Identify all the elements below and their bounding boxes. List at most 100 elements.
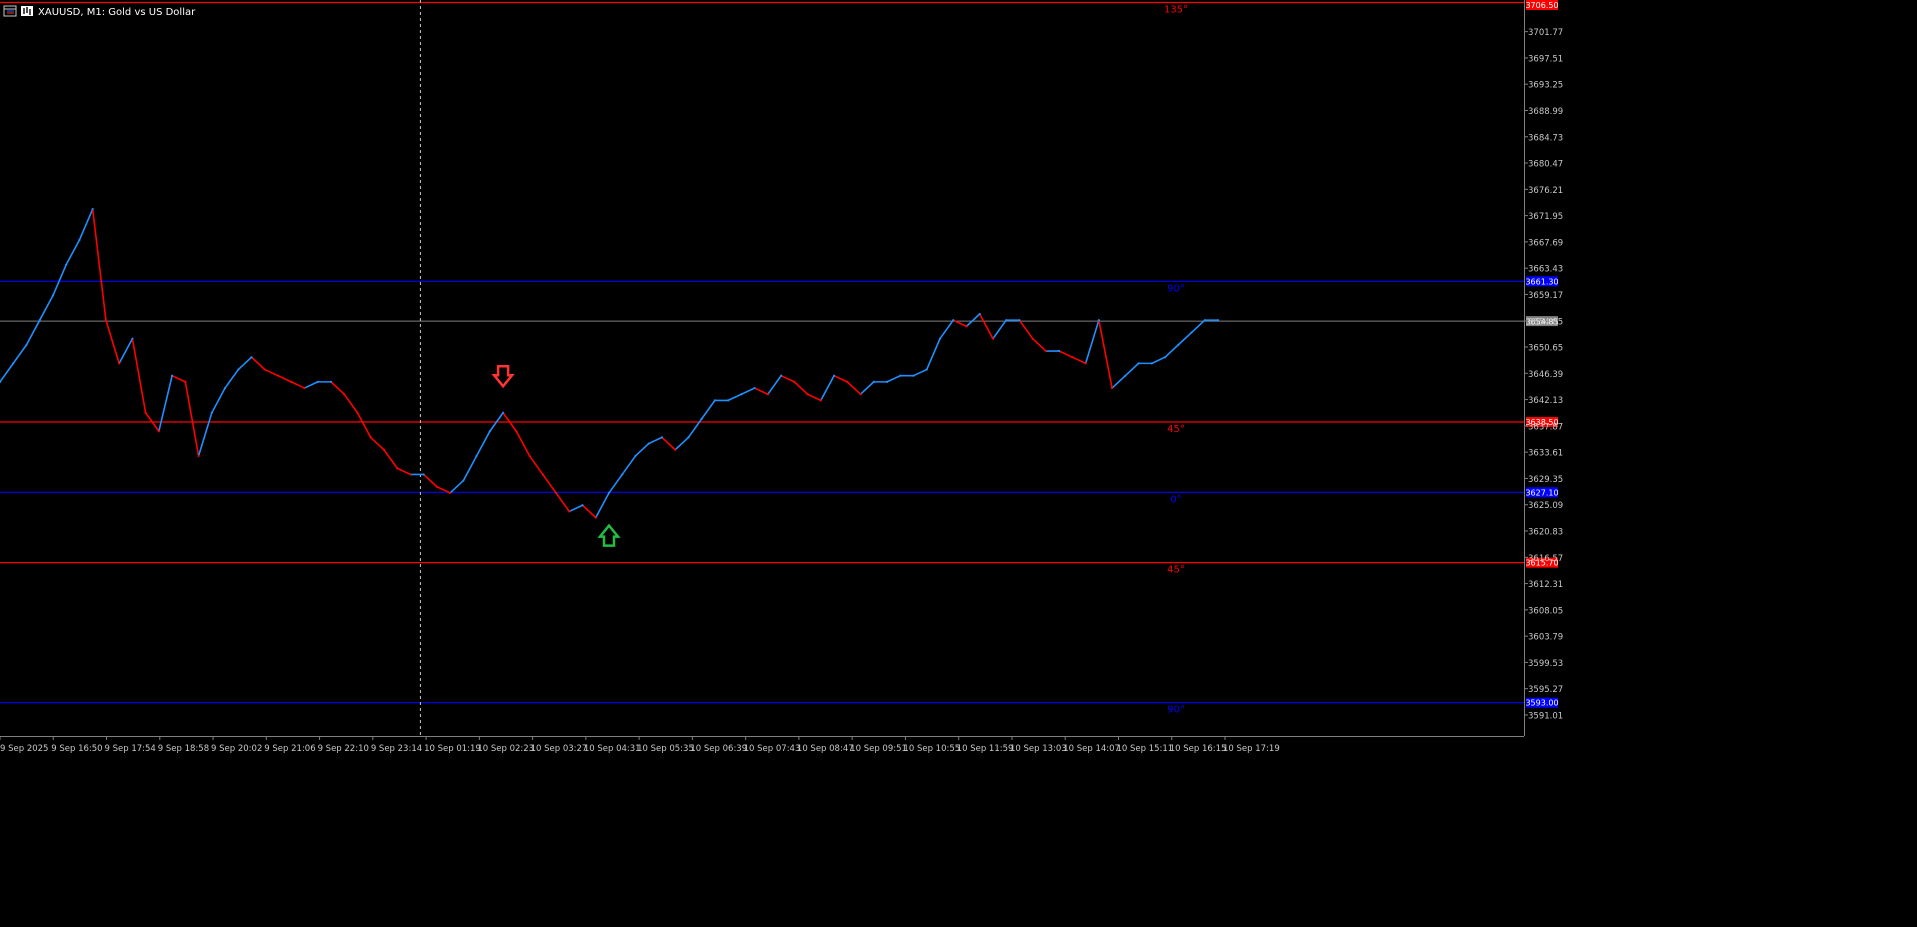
price-tick-label: 3693.25: [1528, 81, 1563, 91]
price-point: [343, 393, 346, 396]
level-angle-label: 90°: [1167, 283, 1185, 294]
price-point: [356, 411, 359, 414]
price-tick-label: 3684.73: [1528, 133, 1563, 143]
level-angle-label: 0°: [1170, 494, 1181, 505]
price-point: [1177, 343, 1180, 346]
price-point: [382, 448, 386, 451]
price-point: [1150, 362, 1153, 365]
price-tick-label: 3650.65: [1528, 344, 1563, 354]
price-point: [25, 343, 28, 346]
time-tick-label: 10 Sep 08:47: [797, 744, 854, 754]
price-chart[interactable]: 90°3661.3045°3638.500°3627.1045°3615.709…: [0, 0, 1917, 923]
price-point: [806, 393, 809, 396]
price-point: [660, 436, 664, 439]
price-point: [131, 337, 134, 340]
price-tick-label: 3633.61: [1528, 449, 1563, 459]
price-point: [528, 454, 531, 458]
price-point: [91, 208, 94, 211]
price-point: [1058, 349, 1061, 353]
price-point: [594, 516, 597, 519]
price-point: [541, 473, 544, 476]
price-point: [104, 319, 108, 322]
price-point: [449, 491, 452, 495]
price-point: [210, 411, 213, 414]
price-point: [912, 374, 915, 377]
price-point: [713, 399, 717, 402]
price-point: [819, 399, 822, 402]
price-tick-label: 3663.43: [1528, 265, 1563, 275]
price-point: [462, 479, 465, 482]
price-point: [581, 504, 584, 507]
chart-background: [0, 0, 1917, 923]
time-tick-label: 10 Sep 06:39: [690, 744, 747, 754]
price-tick-label: 3595.27: [1528, 685, 1563, 695]
price-point: [422, 473, 425, 476]
price-point: [488, 430, 491, 433]
price-point: [38, 319, 41, 322]
price-point: [263, 368, 266, 371]
price-point: [647, 442, 650, 445]
price-tick-label: 3688.99: [1528, 107, 1563, 117]
chart-area[interactable]: 90° 3661.30 45° 3638.50 0° 3627.10 45° 3615.70 9…: [0, 0, 1917, 923]
time-tick-label: 10 Sep 16:15: [1170, 744, 1227, 754]
price-point: [369, 436, 372, 439]
price-point: [65, 263, 68, 266]
price-point: [766, 393, 769, 396]
price-point: [1071, 356, 1074, 359]
price-point: [780, 374, 783, 377]
price-point: [925, 368, 928, 371]
time-tick-label: 9 Sep 23:14: [371, 744, 422, 754]
price-tick-label: 3616.57: [1528, 554, 1563, 564]
price-point: [1044, 349, 1047, 353]
time-tick-label: 9 Sep 18:58: [158, 744, 209, 754]
time-tick-label: 9 Sep 2025: [0, 744, 48, 754]
price-point: [12, 362, 15, 365]
price-point: [700, 417, 703, 420]
price-tick-label: 3701.77: [1528, 28, 1563, 38]
price-point: [501, 411, 505, 414]
price-point: [303, 386, 306, 390]
price-tick-label: 3637.87: [1528, 422, 1563, 432]
time-tick-label: 10 Sep 13:03: [1010, 744, 1067, 754]
price-point: [1110, 386, 1114, 390]
price-point: [846, 380, 849, 383]
price-point: [978, 312, 981, 316]
price-tick-label: 3599.53: [1528, 659, 1563, 669]
price-point: [554, 491, 558, 495]
price-point: [832, 374, 836, 377]
price-point: [409, 473, 412, 476]
level-angle-label: 90°: [1167, 705, 1185, 716]
level-angle-label: 45°: [1167, 424, 1185, 435]
price-point: [938, 337, 942, 340]
price-tick-label: 3591.01: [1528, 711, 1563, 721]
price-point: [991, 337, 995, 340]
price-point: [329, 380, 333, 383]
time-tick-label: 9 Sep 20:02: [211, 744, 262, 754]
price-tick-label: 3697.51: [1528, 54, 1563, 64]
time-tick-label: 10 Sep 11:59: [957, 744, 1014, 754]
price-point: [872, 380, 875, 383]
price-point: [1203, 319, 1206, 322]
time-tick-label: 10 Sep 05:35: [637, 744, 694, 754]
price-tick-label: 3676.21: [1528, 186, 1563, 196]
price-tick-label: 3671.95: [1528, 212, 1563, 222]
price-tick-label: 3659.17: [1528, 291, 1563, 301]
price-point: [1137, 362, 1140, 365]
time-tick-label: 10 Sep 14:07: [1063, 744, 1120, 754]
time-tick-label: 9 Sep 22:10: [318, 744, 369, 754]
bars-icon[interactable]: [21, 6, 33, 16]
time-tick-label: 9 Sep 17:54: [105, 744, 156, 754]
time-tick-label: 10 Sep 09:51: [850, 744, 907, 754]
price-point: [1190, 331, 1193, 334]
price-point: [157, 430, 160, 433]
price-tick-label: 3608.05: [1528, 606, 1563, 616]
price-point: [118, 362, 121, 365]
time-tick-label: 10 Sep 01:19: [424, 744, 481, 754]
price-point: [475, 454, 478, 458]
price-point: [1005, 319, 1008, 322]
level-price-tag-text: 3706.50: [1525, 1, 1558, 10]
price-point: [250, 356, 253, 359]
price-tick-label: 3629.35: [1528, 475, 1563, 485]
price-point: [727, 399, 730, 402]
time-tick-label: 10 Sep 07:43: [744, 744, 801, 754]
